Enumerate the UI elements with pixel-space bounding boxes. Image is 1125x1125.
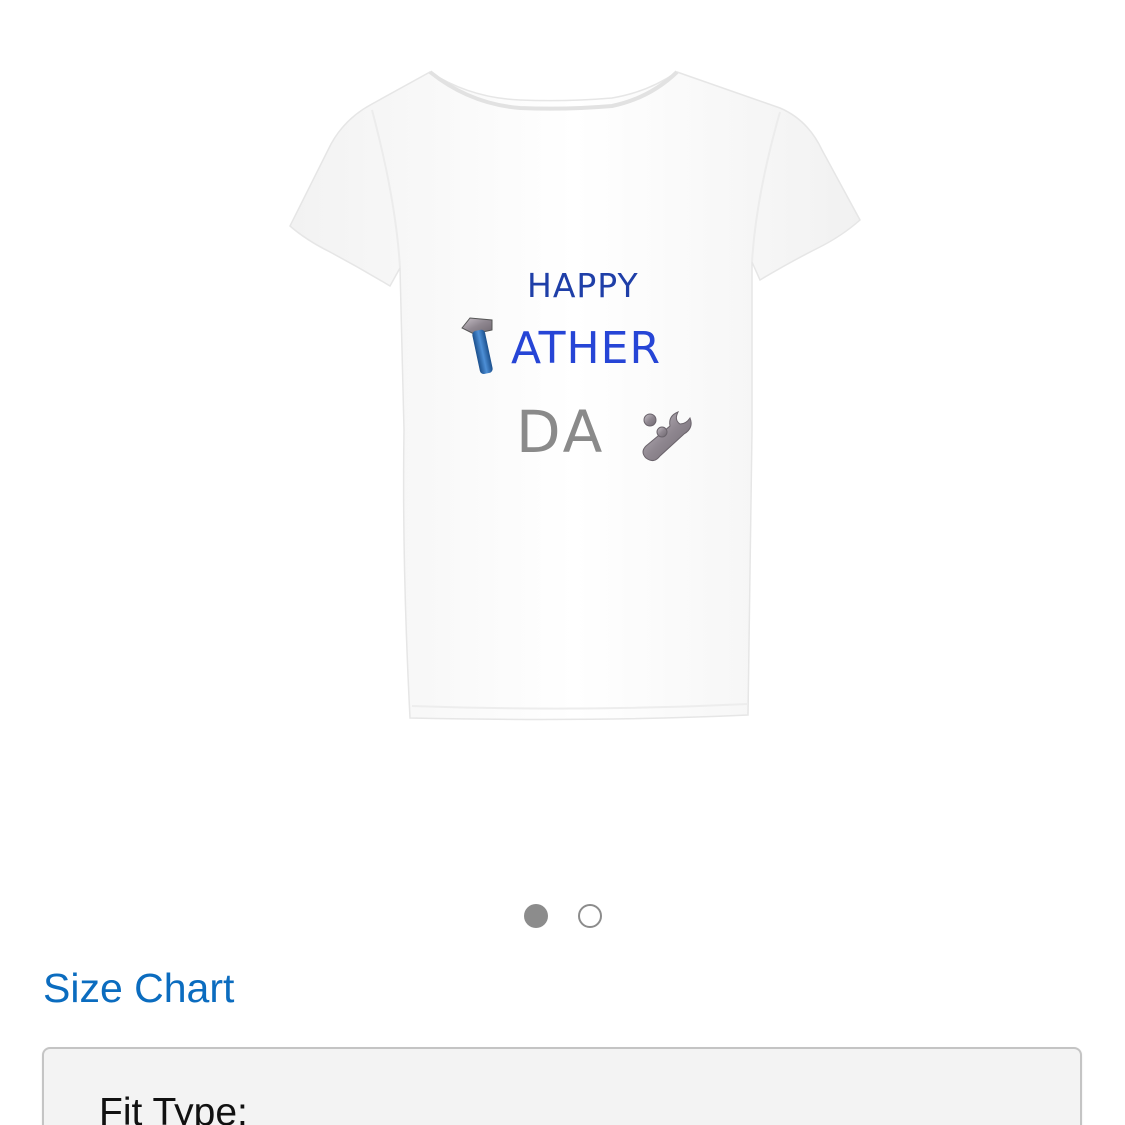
size-chart-link[interactable]: Size Chart <box>43 965 234 1012</box>
product-image[interactable]: HAPPY ATHER DA <box>0 0 1125 880</box>
carousel-dot-2[interactable] <box>577 904 602 928</box>
product-detail-page: HAPPY ATHER DA Size Chart Fit Type: <box>0 0 1125 1125</box>
fit-type-label: Fit Type: <box>99 1091 248 1125</box>
carousel-dot-1[interactable] <box>523 904 548 928</box>
carousel-pagination <box>0 904 1125 930</box>
print-text-ather: ATHER <box>511 323 662 374</box>
print-text-da: DA <box>516 398 606 466</box>
fit-type-selector[interactable]: Fit Type: <box>42 1047 1082 1125</box>
print-text-happy: HAPPY <box>527 266 639 305</box>
